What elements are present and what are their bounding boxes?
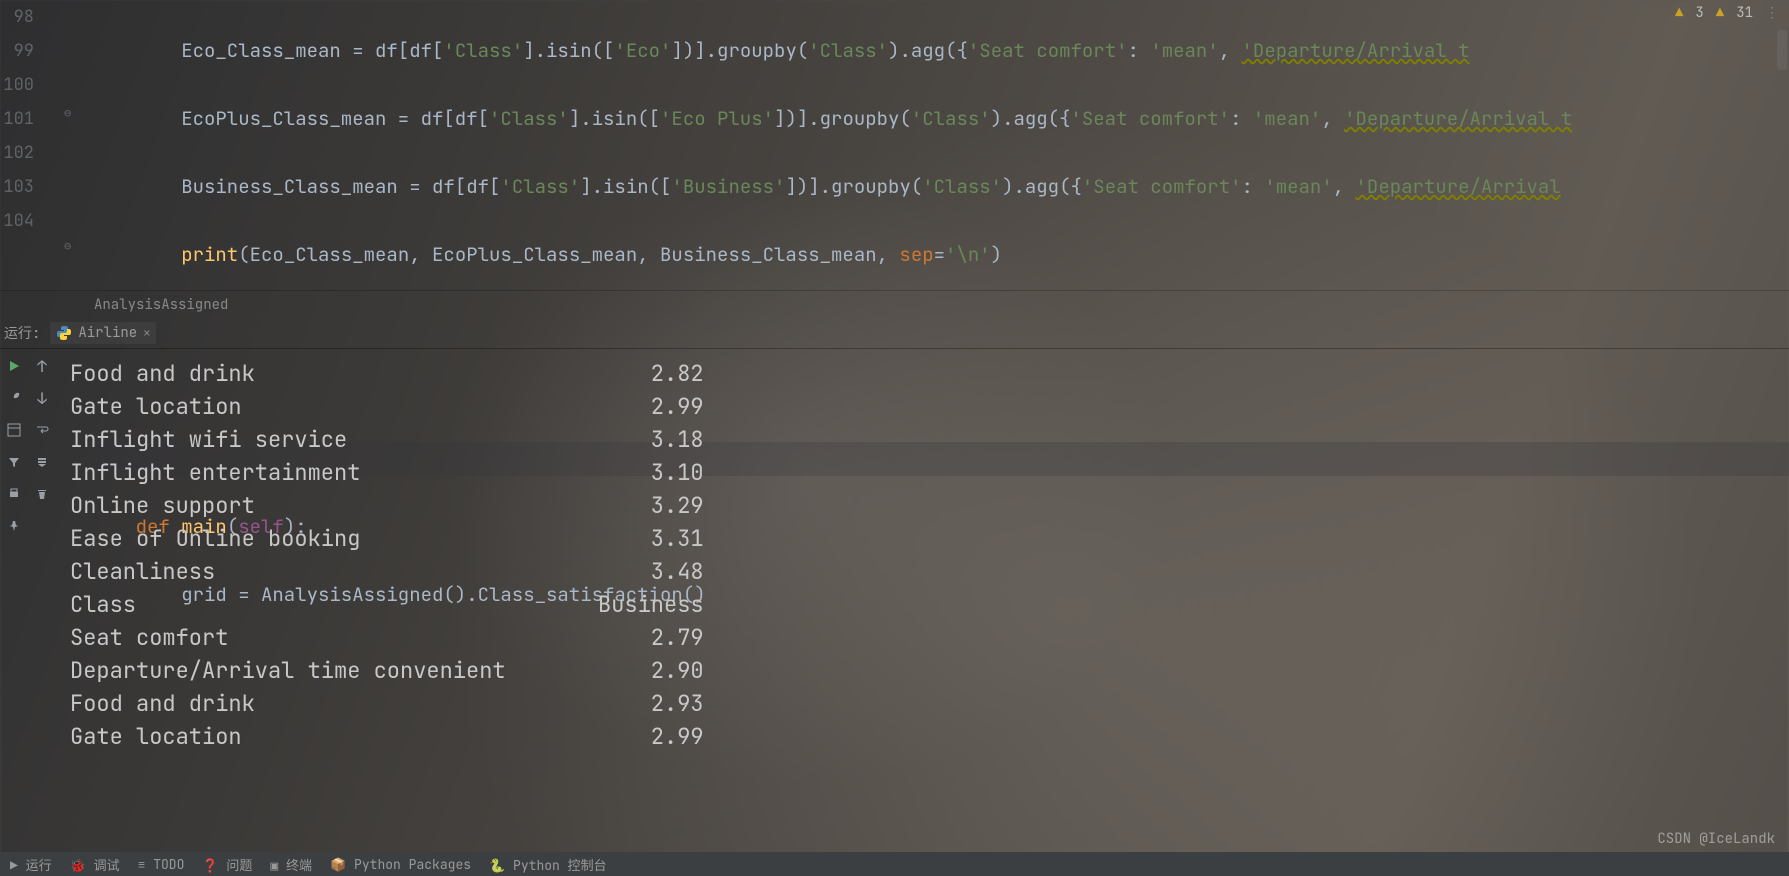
status-item[interactable]: ≡ TODO (138, 856, 185, 873)
code-string: 'Seat comfort' (1070, 106, 1230, 131)
print-icon[interactable] (5, 485, 23, 503)
line-number[interactable]: 104 (0, 204, 34, 238)
status-item[interactable]: 📦 Python Packages (330, 856, 471, 873)
fold-indicator-icon[interactable]: ⊖ (64, 238, 78, 252)
code-string: 'Business' (671, 174, 785, 199)
code-string: 'Departure/Arrival (1356, 174, 1561, 199)
status-item[interactable]: ▶ 运行 (10, 855, 52, 874)
warning-count: 3 (1695, 4, 1703, 22)
code-token: = df[df[ (386, 106, 489, 131)
code-token: ].isin([ (580, 174, 671, 199)
code-string: 'Departure/Arrival t (1344, 106, 1572, 131)
code-token: ])].groupby( (671, 38, 808, 63)
pin-icon[interactable] (5, 517, 23, 535)
code-string: 'Class' (922, 174, 1002, 199)
status-item[interactable]: 🐍 Python 控制台 (489, 855, 607, 874)
code-string: 'Class' (808, 38, 888, 63)
code-token: (Eco_Class_mean, EcoPlus_Class_mean, Bus… (238, 242, 899, 267)
code-string: '\n' (945, 242, 991, 267)
code-token: Eco_Class_mean (181, 38, 341, 63)
code-token: ].isin([ (523, 38, 614, 63)
status-item[interactable]: ▣ 终端 (270, 855, 312, 874)
line-number[interactable]: 102 (0, 136, 34, 170)
trash-icon[interactable] (33, 485, 51, 503)
warning-count: 31 (1736, 4, 1753, 22)
close-icon[interactable]: ✕ (143, 325, 150, 341)
code-string: 'Departure/Arrival t (1242, 38, 1470, 63)
status-item[interactable]: 🐞 调试 (70, 855, 120, 874)
status-bar[interactable]: ▶ 运行 🐞 调试 ≡ TODO ❓ 问题 ▣ 终端 📦 Python Pack… (0, 852, 1789, 876)
code-string: 'mean' (1150, 38, 1218, 63)
rerun-button[interactable] (5, 357, 23, 375)
code-token: , (1219, 38, 1242, 63)
fold-column: ⊖ ⊖ (44, 0, 90, 318)
code-string: 'Seat comfort' (1082, 174, 1242, 199)
run-toolbar-left (0, 349, 28, 852)
line-number[interactable]: 100 (0, 68, 34, 102)
code-token: = (934, 242, 945, 267)
code-token: : (1128, 38, 1151, 63)
code-func: print (181, 242, 238, 267)
code-string: 'Class' (443, 38, 523, 63)
code-string: 'Class' (500, 174, 580, 199)
code-string: 'mean' (1264, 174, 1332, 199)
code-token: Business_Class_mean (181, 174, 398, 199)
code-area[interactable]: Eco_Class_mean = df[df['Class'].isin(['E… (90, 0, 1789, 318)
code-token: , (1333, 174, 1356, 199)
run-header: 运行: Airline ✕ (0, 318, 1789, 349)
code-token: ])].groupby( (774, 106, 911, 131)
run-tab-label: Airline (78, 324, 137, 342)
code-editor[interactable]: 98 99 100 101 102 103 104 ⊖ ⊖ Eco_Class_… (0, 0, 1789, 318)
run-label: 运行: (4, 323, 40, 343)
watermark: CSDN @IceLandk (1657, 830, 1775, 848)
code-token: , (1321, 106, 1344, 131)
code-token: ).agg({ (888, 38, 968, 63)
run-toolbar-2: ↑ ↓ (28, 349, 56, 852)
code-token: ).agg({ (1002, 174, 1082, 199)
status-item[interactable]: ❓ 问题 (202, 855, 252, 874)
code-token: ])].groupby( (785, 174, 922, 199)
code-string: 'Eco' (614, 38, 671, 63)
code-token: : (1242, 174, 1265, 199)
fold-indicator-icon[interactable]: ⊖ (64, 105, 78, 119)
line-number[interactable]: 98 (0, 0, 34, 34)
warning-icon: ▲ (1716, 4, 1724, 22)
inspection-summary[interactable]: ▲3 ▲31 ⋮ (1675, 4, 1779, 22)
soft-wrap-icon[interactable] (33, 421, 51, 439)
line-number[interactable]: 103 (0, 170, 34, 204)
line-number-gutter[interactable]: 98 99 100 101 102 103 104 (0, 0, 44, 318)
breadcrumb[interactable]: AnalysisAssigned (0, 290, 1789, 319)
run-tab[interactable]: Airline ✕ (50, 322, 156, 344)
python-icon (56, 325, 72, 341)
code-string: 'Class' (489, 106, 569, 131)
filter-icon[interactable] (5, 453, 23, 471)
code-token: EcoPlus_Class_mean (181, 106, 386, 131)
scrollbar-thumb[interactable] (1777, 30, 1787, 70)
code-token: ].isin([ (569, 106, 660, 131)
code-string: 'Eco Plus' (660, 106, 774, 131)
line-number[interactable]: 101 (0, 102, 34, 136)
code-token: = df[df[ (341, 38, 444, 63)
code-string: 'mean' (1253, 106, 1321, 131)
wrench-icon[interactable] (5, 389, 23, 407)
run-toolwindow: 运行: Airline ✕ ↑ ↓ Fo (0, 318, 1789, 852)
console-output[interactable]: Food and drink 2.82 Gate location 2.99 I… (56, 349, 1789, 852)
scroll-to-end-icon[interactable] (33, 453, 51, 471)
code-kwarg: sep (899, 242, 933, 267)
code-token: : (1230, 106, 1253, 131)
code-token: ) (991, 242, 1002, 267)
code-token: = df[df[ (398, 174, 501, 199)
code-string: 'Seat comfort' (968, 38, 1128, 63)
line-number[interactable]: 99 (0, 34, 34, 68)
warning-icon: ▲ (1675, 4, 1683, 22)
layout-icon[interactable] (5, 421, 23, 439)
code-string: 'Class' (911, 106, 991, 131)
up-arrow-icon[interactable]: ↑ (33, 357, 51, 375)
down-arrow-icon[interactable]: ↓ (33, 389, 51, 407)
editor-scrollbar[interactable] (1777, 0, 1787, 318)
code-token: ).agg({ (991, 106, 1071, 131)
